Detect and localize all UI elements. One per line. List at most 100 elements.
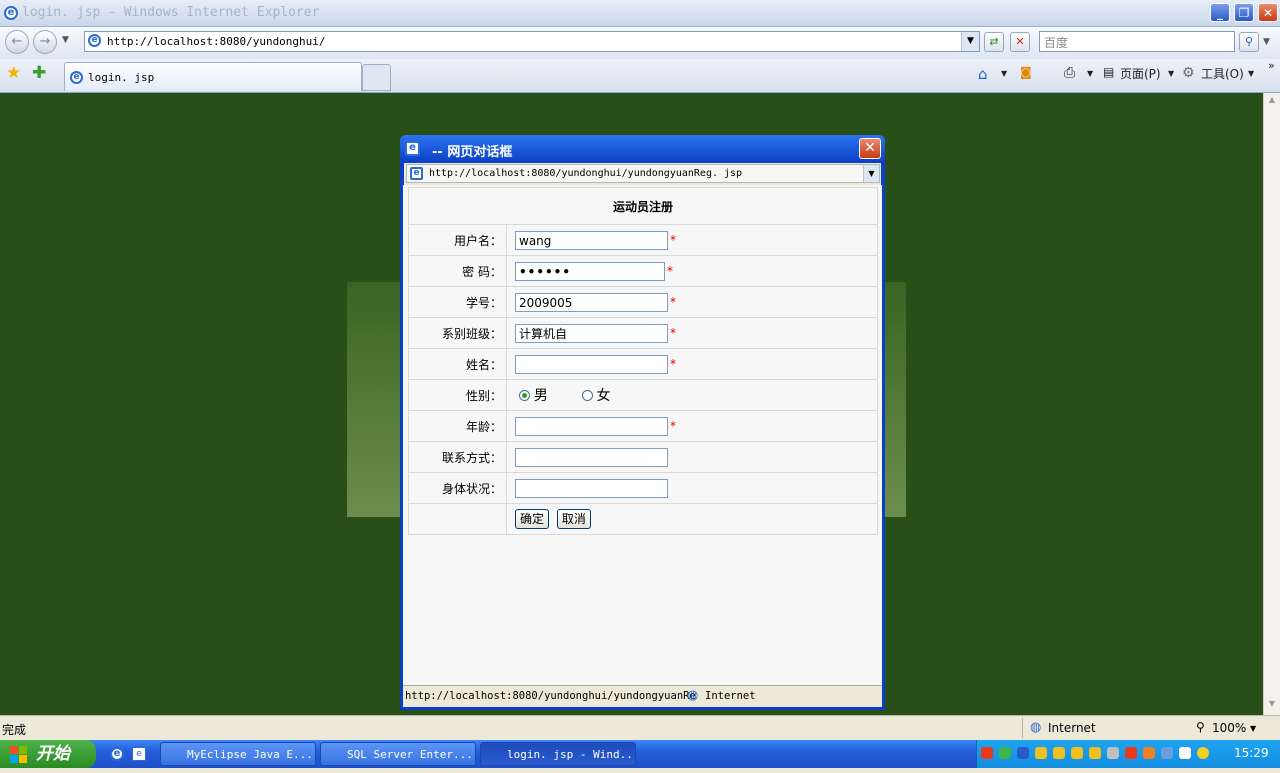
tab-login[interactable]: e login. jsp	[64, 62, 362, 91]
quicklaunch-browser-icon[interactable]: e	[132, 747, 146, 761]
button-row-label	[408, 503, 507, 535]
home-dropdown-icon[interactable]: ▼	[1001, 69, 1007, 78]
back-button[interactable]: ←	[5, 30, 29, 54]
tab-page-icon: e	[70, 71, 83, 84]
web-dialog: e -- 网页对话框 ✕ e http://localhost:8080/yun…	[400, 135, 885, 710]
clock: 15:29	[1234, 746, 1269, 760]
address-bar[interactable]: e http://localhost:8080/yundonghui/ ▼	[84, 31, 980, 52]
refresh-button[interactable]: ⇄	[984, 32, 1004, 52]
gender-label: 性别：	[408, 379, 507, 411]
tray-ime-icon[interactable]	[1125, 747, 1137, 759]
address-dropdown-icon[interactable]: ▼	[961, 32, 979, 51]
close-button[interactable]: ✕	[1258, 3, 1278, 22]
dialog-title-bar: e -- 网页对话框 ✕	[400, 135, 885, 163]
windows-logo-icon	[10, 745, 28, 763]
required-mark: *	[670, 326, 676, 340]
home-icon[interactable]: ⌂	[978, 65, 988, 83]
stop-button[interactable]: ✕	[1010, 32, 1030, 52]
dialog-globe-icon: ◍	[687, 688, 699, 703]
taskbar: 开始 e e MyEclipse Java E... SQL Server En…	[0, 740, 1280, 768]
username-field[interactable]: wang	[515, 230, 668, 250]
tray-volume-icon[interactable]	[1161, 747, 1173, 759]
gender-male-label: 男	[533, 388, 548, 404]
ie-icon: e	[4, 6, 18, 20]
page-menu-dropdown-icon[interactable]: ▼	[1168, 69, 1174, 78]
tray-sogou-icon[interactable]	[981, 747, 993, 759]
start-button[interactable]: 开始	[0, 740, 96, 768]
dialog-url-dropdown-icon[interactable]: ▼	[863, 165, 879, 182]
gender-female-label: 女	[596, 388, 611, 404]
minimize-button[interactable]: _	[1210, 3, 1230, 22]
gender-male-radio[interactable]	[519, 389, 530, 401]
feeds-icon[interactable]: ◙	[1020, 65, 1032, 79]
search-input[interactable]: 百度	[1039, 31, 1235, 52]
age-field[interactable]	[515, 416, 668, 436]
cancel-button[interactable]: 取消	[556, 509, 591, 529]
required-mark: *	[670, 419, 676, 433]
tray-qq-icon-4[interactable]	[1089, 747, 1101, 759]
more-tools-icon[interactable]: »	[1268, 59, 1275, 72]
task-ie-login[interactable]: login. jsp - Wind...	[480, 742, 636, 766]
form-heading: 运动员注册	[408, 187, 878, 225]
page-menu[interactable]: 页面(P)	[1120, 65, 1161, 82]
restore-button[interactable]: ❐	[1234, 3, 1254, 22]
dialog-status-zone: Internet	[705, 690, 756, 702]
status-zone: Internet	[1048, 721, 1096, 735]
task-sql-server[interactable]: SQL Server Enter...	[320, 742, 476, 766]
tray-app-icon-5[interactable]	[1197, 747, 1209, 759]
dialog-address-bar: e http://localhost:8080/yundonghui/yundo…	[404, 163, 881, 185]
zoom-dropdown-icon[interactable]: ▼	[1250, 724, 1256, 733]
student-id-label: 学号：	[408, 286, 507, 318]
tools-dropdown-icon[interactable]: ▼	[1248, 69, 1254, 78]
dialog-status-url: http://localhost:8080/yundonghui/yundong…	[405, 690, 696, 702]
password-label: 密 码：	[408, 255, 507, 287]
student-id-field[interactable]: 2009005	[515, 292, 668, 312]
tray-app-icon[interactable]	[1017, 747, 1029, 759]
tray-qq-icon-2[interactable]	[1053, 747, 1065, 759]
tray-app-icon-3[interactable]	[1143, 747, 1155, 759]
dialog-title: -- 网页对话框	[432, 145, 513, 160]
search-icon[interactable]: ⚲	[1239, 32, 1259, 52]
tray-qq-icon[interactable]	[1035, 747, 1047, 759]
page-icon: e	[88, 34, 101, 47]
search-options-icon[interactable]: ▼	[1263, 37, 1270, 47]
new-tab-button[interactable]	[362, 64, 391, 91]
task-myeclipse[interactable]: MyEclipse Java E...	[160, 742, 316, 766]
health-label: 身体状况：	[408, 472, 507, 504]
status-divider	[1022, 718, 1023, 738]
dialog-body: 运动员注册 用户名： wang * 密 码： •••••• * 学号： 200900…	[403, 185, 882, 685]
ok-button[interactable]: 确定	[515, 509, 550, 529]
gender-female-radio[interactable]	[581, 389, 593, 401]
vertical-scrollbar[interactable]: ▲ ▼	[1263, 93, 1280, 715]
contact-label: 联系方式：	[408, 441, 507, 473]
scroll-down-icon[interactable]: ▼	[1266, 699, 1278, 711]
window-title-bar: e login. jsp - Windows Internet Explorer…	[0, 0, 1280, 27]
scroll-up-icon[interactable]: ▲	[1266, 95, 1278, 107]
dialog-close-button[interactable]: ✕	[859, 138, 881, 159]
tab-label: login. jsp	[88, 71, 155, 84]
history-dropdown-icon[interactable]: ▼	[62, 35, 69, 45]
page-menu-icon: ▤	[1103, 65, 1115, 79]
tray-app-icon-4[interactable]	[1179, 747, 1191, 759]
zoom-icon: ⚲	[1196, 720, 1205, 734]
forward-button[interactable]: →	[33, 30, 57, 54]
contact-field[interactable]	[515, 447, 668, 467]
print-dropdown-icon[interactable]: ▼	[1087, 69, 1093, 78]
class-field[interactable]: 计算机自	[515, 323, 668, 343]
favorites-star-icon[interactable]: ★	[6, 63, 21, 83]
dialog-status-bar: http://localhost:8080/yundonghui/yundong…	[403, 685, 882, 707]
address-url: http://localhost:8080/yundonghui/	[107, 35, 326, 48]
password-field[interactable]: ••••••	[515, 261, 665, 281]
health-field[interactable]	[515, 478, 668, 498]
quicklaunch-ie-icon[interactable]: e	[110, 747, 124, 761]
name-field[interactable]	[515, 354, 668, 374]
zoom-level[interactable]: 100%	[1212, 721, 1246, 735]
tray-network-icon[interactable]	[999, 747, 1011, 759]
name-label: 姓名：	[408, 348, 507, 380]
gear-icon: ⚙	[1182, 65, 1195, 81]
print-icon[interactable]: ⎙	[1064, 65, 1075, 81]
tray-qq-icon-3[interactable]	[1071, 747, 1083, 759]
add-favorites-icon[interactable]: ✚	[32, 63, 46, 83]
tray-app-icon-2[interactable]	[1107, 747, 1119, 759]
tools-menu[interactable]: 工具(O)	[1201, 65, 1244, 82]
